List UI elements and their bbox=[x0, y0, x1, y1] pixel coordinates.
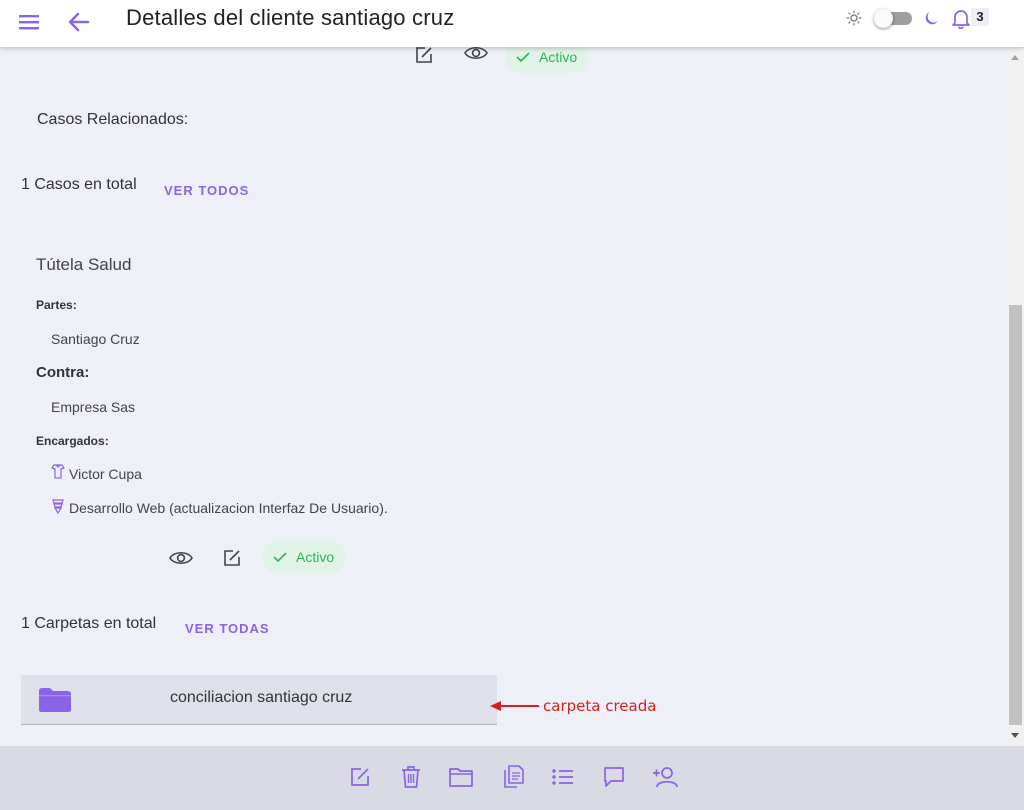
status-label: Activo bbox=[539, 49, 578, 65]
view-case-icon[interactable] bbox=[168, 545, 194, 571]
folders-total: 1 Carpetas en total bbox=[21, 615, 157, 632]
manager-1: Victor Cupa bbox=[69, 466, 142, 482]
trash-icon[interactable] bbox=[398, 764, 424, 790]
team-icon bbox=[51, 498, 65, 519]
check-icon bbox=[273, 552, 287, 563]
annotation-arrow-icon bbox=[489, 698, 541, 719]
page-title: Detalles del cliente santiago cruz bbox=[126, 5, 455, 30]
parties-label: Partes: bbox=[36, 298, 77, 312]
related-cases-heading: Casos Relacionados: bbox=[37, 111, 189, 128]
scroll-up-arrow[interactable] bbox=[1011, 55, 1019, 60]
back-arrow-icon[interactable] bbox=[65, 8, 93, 36]
case-status-badge: Activo bbox=[262, 541, 347, 573]
against-label: Contra: bbox=[36, 364, 90, 381]
app-header: Detalles del cliente santiago cruz 3 bbox=[0, 0, 1024, 47]
folder-icon bbox=[38, 687, 72, 718]
scroll-thumb[interactable] bbox=[1009, 305, 1022, 725]
folder-icon[interactable] bbox=[448, 764, 474, 790]
against-name: Empresa Sas bbox=[51, 399, 136, 415]
sun-icon bbox=[846, 10, 862, 26]
toggle-knob bbox=[874, 9, 893, 28]
moon-icon bbox=[924, 9, 942, 27]
check-icon bbox=[516, 52, 530, 63]
view-all-cases-button[interactable]: VER TODOS bbox=[164, 183, 249, 198]
folder-item[interactable]: conciliacion santiago cruz bbox=[21, 675, 497, 725]
bell-icon[interactable] bbox=[950, 7, 972, 30]
notification-badge: 3 bbox=[971, 8, 989, 26]
chat-icon[interactable] bbox=[601, 764, 627, 790]
scroll-down-arrow[interactable] bbox=[1011, 733, 1019, 738]
edit-case-icon[interactable] bbox=[219, 545, 245, 571]
folder-name: conciliacion santiago cruz bbox=[170, 689, 353, 706]
list-icon[interactable] bbox=[550, 764, 576, 790]
view-all-folders-button[interactable]: VER TODAS bbox=[185, 621, 270, 636]
managers-label: Encargados: bbox=[36, 434, 109, 448]
cases-total: 1 Casos en total bbox=[21, 176, 137, 193]
case-status-label: Activo bbox=[296, 549, 335, 565]
party-name: Santiago Cruz bbox=[51, 331, 140, 347]
add-user-icon[interactable] bbox=[652, 764, 678, 790]
menu-icon[interactable] bbox=[15, 8, 43, 36]
annotation-text: carpeta creada bbox=[543, 697, 657, 715]
user-tie-icon bbox=[51, 463, 65, 484]
case-title[interactable]: Tútela Salud bbox=[36, 255, 131, 275]
scrollbar[interactable] bbox=[1007, 47, 1024, 746]
documents-icon[interactable] bbox=[499, 764, 525, 790]
theme-toggle[interactable] bbox=[874, 9, 914, 28]
bottom-toolbar bbox=[0, 746, 1024, 810]
manager-2: Desarrollo Web (actualizacion Interfaz D… bbox=[69, 500, 388, 516]
edit-icon[interactable] bbox=[347, 764, 373, 790]
